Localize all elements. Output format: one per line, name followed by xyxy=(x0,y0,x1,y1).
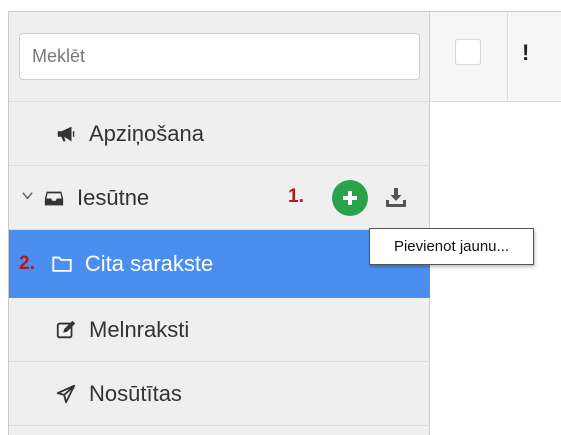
search-input[interactable] xyxy=(19,33,420,80)
add-folder-button[interactable] xyxy=(332,180,368,216)
sidebar-item-label: Melnraksti xyxy=(89,316,190,342)
importance-column-header[interactable]: ! xyxy=(522,40,529,66)
select-all-checkbox[interactable] xyxy=(455,39,481,65)
download-icon[interactable] xyxy=(383,184,409,210)
annotation-label: 2. xyxy=(19,253,35,274)
sidebar-item-cita-sarakste[interactable]: 2. Cita sarakste xyxy=(9,230,430,298)
inbox-icon xyxy=(41,185,67,211)
message-list-header: ! xyxy=(430,12,561,102)
search-area xyxy=(9,12,429,102)
app-frame: Apziņošana Iesūtne 1. 2. xyxy=(8,11,561,435)
sidebar-item-nosutitas[interactable]: Nosūtītas xyxy=(9,362,430,426)
sidebar-item-label: Nosūtītas xyxy=(89,380,182,406)
sidebar-item-label: Cita sarakste xyxy=(84,251,214,276)
sidebar-item-iesutne[interactable]: Iesūtne 1. xyxy=(9,166,430,230)
column-divider xyxy=(507,12,508,102)
chevron-down-icon[interactable] xyxy=(21,189,35,207)
folder-icon xyxy=(49,251,75,277)
sidebar-item-label: Apziņošana xyxy=(89,120,204,146)
sidebar-item-melnraksti[interactable]: Melnraksti xyxy=(9,298,430,362)
message-list xyxy=(430,102,561,435)
sidebar: Apziņošana Iesūtne 1. 2. xyxy=(9,12,430,435)
plus-icon xyxy=(343,191,357,205)
edit-icon xyxy=(53,317,79,343)
annotation-label: 1. xyxy=(288,186,304,207)
bullhorn-icon xyxy=(53,121,79,147)
send-icon xyxy=(53,381,79,407)
sidebar-item-apzinosana[interactable]: Apziņošana xyxy=(9,102,430,166)
add-tooltip: Pievienot jaunu... xyxy=(369,228,534,265)
sidebar-item-label: Iesūtne xyxy=(77,184,150,210)
